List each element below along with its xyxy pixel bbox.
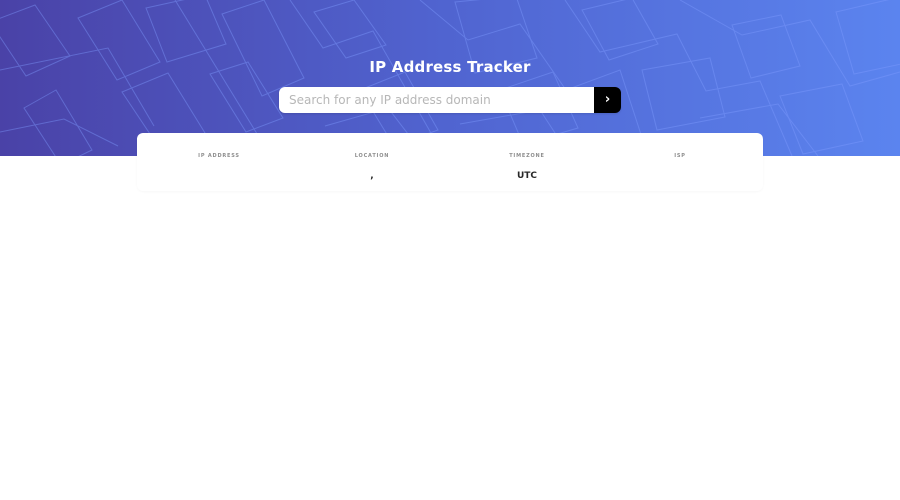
timezone-value: UTC — [516, 171, 538, 181]
timezone-info: TIMEZONE UTC — [449, 153, 605, 182]
isp-info: ISP — [602, 153, 758, 182]
ip-search-form: › — [279, 87, 621, 113]
page-title: IP Address Tracker — [369, 58, 531, 77]
ip-info-card: IP ADDRESS LOCATION , TIMEZONE UTC ISP — [137, 133, 763, 191]
location-info: LOCATION , — [294, 153, 450, 182]
timezone-label: TIMEZONE — [509, 153, 545, 159]
isp-value — [602, 171, 758, 182]
ip-address-info: IP ADDRESS — [141, 153, 297, 182]
ip-search-input[interactable] — [279, 87, 594, 113]
ip-address-label: IP ADDRESS — [198, 153, 240, 159]
isp-label: ISP — [674, 153, 686, 159]
location-value: , — [370, 171, 374, 181]
chevron-right-icon: › — [604, 92, 611, 107]
location-label: LOCATION — [354, 153, 390, 159]
search-submit-button[interactable]: › — [594, 87, 621, 113]
ip-address-value — [141, 171, 297, 182]
